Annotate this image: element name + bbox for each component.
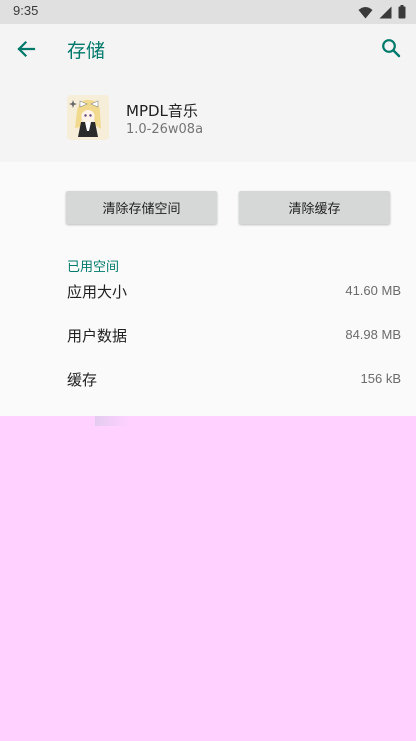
status-time: 9:35: [13, 3, 39, 18]
user-data-value: 84.98 MB: [345, 327, 401, 342]
cache-label: 缓存: [67, 371, 98, 389]
cache-value: 156 kB: [360, 371, 401, 386]
app-name: MPDL音乐: [126, 102, 198, 120]
arrow-back-icon: [16, 39, 36, 63]
toolbar: 存储: [0, 24, 416, 80]
storage-row-user-data: 用户数据 84.98 MB: [0, 316, 416, 356]
search-icon: [381, 38, 401, 62]
clear-storage-button[interactable]: 清除存储空间: [66, 191, 217, 224]
app-header: MPDL音乐 1.0-26w08a: [0, 80, 416, 162]
app-icon: [67, 95, 109, 140]
signal-icon: [379, 4, 392, 23]
app-version: 1.0-26w08a: [126, 122, 204, 137]
status-icons: [358, 4, 406, 23]
back-button[interactable]: [13, 38, 39, 64]
clear-cache-button[interactable]: 清除缓存: [239, 191, 390, 224]
app-size-value: 41.60 MB: [345, 283, 401, 298]
storage-row-cache: 缓存 156 kB: [0, 360, 416, 400]
placeholder-blend-edge: [95, 416, 130, 426]
status-bar: 9:35: [0, 0, 416, 24]
storage-row-app-size: 应用大小 41.60 MB: [0, 272, 416, 312]
battery-icon: [398, 4, 406, 23]
app-size-label: 应用大小: [67, 283, 128, 301]
wifi-icon: [358, 4, 373, 23]
storage-screen: 9:35 存储 MPDL音乐 1.0-26w08a 清除存储空间 清除缓存 已用…: [0, 0, 416, 741]
placeholder-overlay: [0, 416, 416, 741]
user-data-label: 用户数据: [67, 327, 128, 345]
search-button[interactable]: [378, 37, 404, 63]
page-title: 存储: [67, 40, 106, 62]
